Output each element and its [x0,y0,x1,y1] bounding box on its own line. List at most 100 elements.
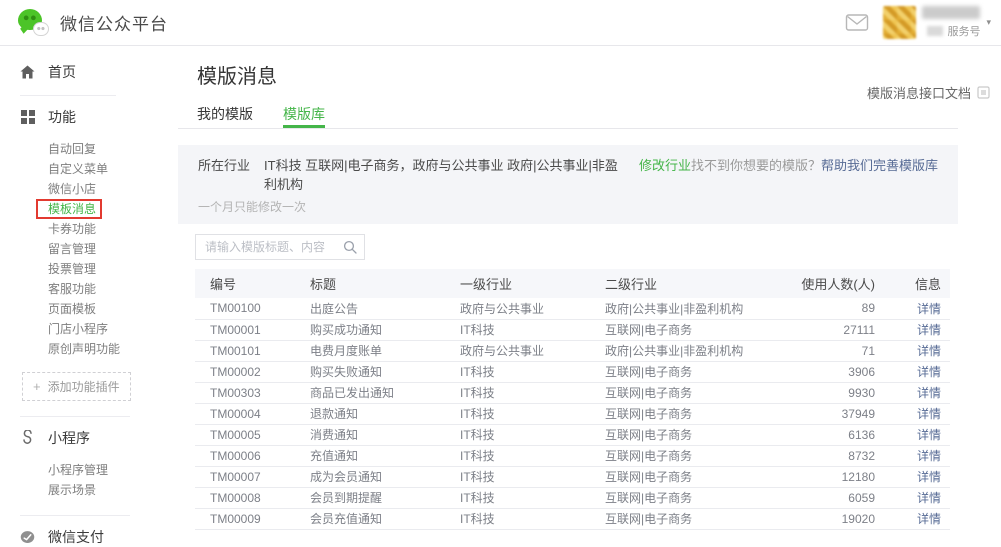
search-box [195,234,365,260]
detail-link[interactable]: 详情 [917,302,941,316]
template-title-cell: 充值通知 [310,445,460,466]
sidebar-item-page-template[interactable]: 页面模板 [48,299,162,319]
template-title-cell: 购买成功通知 [310,319,460,340]
template-help-text: 找不到你想要的模版？帮助我们完善模版库 [691,155,938,174]
secondary-industry-cell: 互联网|电子商务 [605,403,790,424]
home-icon [20,65,35,80]
sidebar-item-label: 自定义菜单 [48,162,108,176]
modify-industry-link[interactable]: 修改行业 [639,155,691,174]
sidebar-item-miniprogram[interactable]: 小程序 [20,428,162,448]
template-id-cell: TM00100 [195,298,310,319]
industry-values: IT科技 互联网|电子商务，政府与公共事业 政府|公共事业|非盈利机构 [264,155,629,193]
tab-template-library[interactable]: 模版库 [283,102,325,128]
sidebar-miniprogram-list: 小程序管理展示场景 [48,460,162,500]
detail-link[interactable]: 详情 [917,428,941,442]
search-icon[interactable] [343,240,357,254]
template-id-cell: TM00005 [195,424,310,445]
info-cell: 详情 [880,298,950,319]
sidebar-item-wechat-pay[interactable]: 微信支付 [20,527,162,547]
template-message-api-doc-link[interactable]: 模版消息接口文档 [867,83,990,102]
info-cell: 详情 [880,445,950,466]
search-row [195,234,958,260]
sidebar-item-vote-management[interactable]: 投票管理 [48,259,162,279]
detail-link[interactable]: 详情 [917,470,941,484]
user-count-cell: 37949 [790,403,880,424]
table-row: TM00008会员到期提醒IT科技互联网|电子商务6059详情 [195,487,950,508]
primary-industry-cell: IT科技 [460,403,605,424]
primary-industry-cell: IT科技 [460,508,605,529]
secondary-industry-cell: 互联网|电子商务 [605,319,790,340]
template-title-cell: 会员充值通知 [310,508,460,529]
detail-link[interactable]: 详情 [917,512,941,526]
sidebar-divider [20,416,130,417]
sidebar-feature-list: 自动回复自定义菜单微信小店模板消息卡券功能留言管理投票管理客服功能页面模板门店小… [48,139,162,359]
api-doc-label: 模版消息接口文档 [867,83,971,102]
sidebar-item-custom-menu[interactable]: 自定义菜单 [48,159,162,179]
account-caret-down-icon[interactable]: ▾ [986,18,991,27]
sidebar-item-wechat-store[interactable]: 微信小店 [48,179,162,199]
user-count-cell: 8732 [790,445,880,466]
primary-industry-cell: IT科技 [460,466,605,487]
info-cell: 详情 [880,466,950,487]
detail-link[interactable]: 详情 [917,407,941,421]
template-id-cell: TM00303 [195,382,310,403]
sidebar-item-original-statement[interactable]: 原创声明功能 [48,339,162,359]
sidebar-item-comment-management[interactable]: 留言管理 [48,239,162,259]
template-title-cell: 会员到期提醒 [310,487,460,508]
secondary-industry-cell: 互联网|电子商务 [605,361,790,382]
detail-link[interactable]: 详情 [917,323,941,337]
template-title-cell: 退款通知 [310,403,460,424]
sidebar-item-label: 自动回复 [48,142,96,156]
primary-industry-cell: IT科技 [460,361,605,382]
detail-link[interactable]: 详情 [917,449,941,463]
template-title-cell: 出庭公告 [310,298,460,319]
sidebar-item-auto-reply[interactable]: 自动回复 [48,139,162,159]
user-count-cell: 6136 [790,424,880,445]
user-count-cell: 6059 [790,487,880,508]
add-plugin-button[interactable]: + 添加功能插件 [22,372,131,401]
search-input[interactable] [196,235,334,259]
table-row: TM00004退款通知IT科技互联网|电子商务37949 详情 [195,403,950,424]
improve-library-link[interactable]: 帮助我们完善模版库 [821,158,938,173]
detail-link[interactable]: 详情 [917,491,941,505]
main-content: 模版消息 我的模版 模版库 所在行业 IT科技 互联网|电子商务，政府与公共事业… [178,46,958,530]
secondary-industry-cell: 互联网|电子商务 [605,508,790,529]
user-count-cell: 27111 [790,319,880,340]
account-avatar[interactable] [883,6,916,39]
message-envelope-icon[interactable] [845,13,869,32]
sidebar-item-customer-service[interactable]: 客服功能 [48,279,162,299]
sidebar-item-template-message[interactable]: 模板消息 [48,199,162,219]
tab-my-templates[interactable]: 我的模版 [197,102,253,128]
sidebar-item-display-scene[interactable]: 展示场景 [48,480,162,500]
sidebar-divider [20,515,130,516]
template-id-cell: TM00004 [195,403,310,424]
top-bar: 微信公众平台 服务号 ▾ [0,0,1001,46]
info-cell: 详情 [880,361,950,382]
account-type-label: 服务号 [947,23,980,39]
template-id-cell: TM00001 [195,319,310,340]
secondary-industry-cell: 互联网|电子商务 [605,487,790,508]
sidebar-item-miniprogram-management[interactable]: 小程序管理 [48,460,162,480]
table-body: TM00100出庭公告政府与公共事业政府|公共事业|非盈利机构89详情TM000… [195,298,950,529]
sidebar-item-store-miniprogram[interactable]: 门店小程序 [48,319,162,339]
info-cell: 详情 [880,403,950,424]
detail-link[interactable]: 详情 [917,386,941,400]
modify-limit-note: 一个月只能修改一次 [198,198,938,215]
sidebar-item-label: 客服功能 [48,282,96,296]
primary-industry-cell: 政府与公共事业 [460,298,605,319]
user-count-cell: 3906 [790,361,880,382]
template-id-cell: TM00008 [195,487,310,508]
account-badge-redacted [927,26,943,36]
table-row: TM00009会员充值通知IT科技互联网|电子商务19020详情 [195,508,950,529]
sidebar-item-features[interactable]: 功能 [20,107,162,127]
template-id-cell: TM00002 [195,361,310,382]
sidebar-home-label: 首页 [48,62,76,82]
detail-link[interactable]: 详情 [917,365,941,379]
sidebar-item-card-coupon[interactable]: 卡券功能 [48,219,162,239]
table-row: TM00002购买失败通知IT科技互联网|电子商务3906详情 [195,361,950,382]
detail-link[interactable]: 详情 [917,344,941,358]
account-info[interactable]: 服务号 [922,6,980,39]
sidebar-item-home[interactable]: 首页 [20,62,162,82]
sidebar-features-label: 功能 [48,107,76,127]
sidebar-item-label: 留言管理 [48,242,96,256]
